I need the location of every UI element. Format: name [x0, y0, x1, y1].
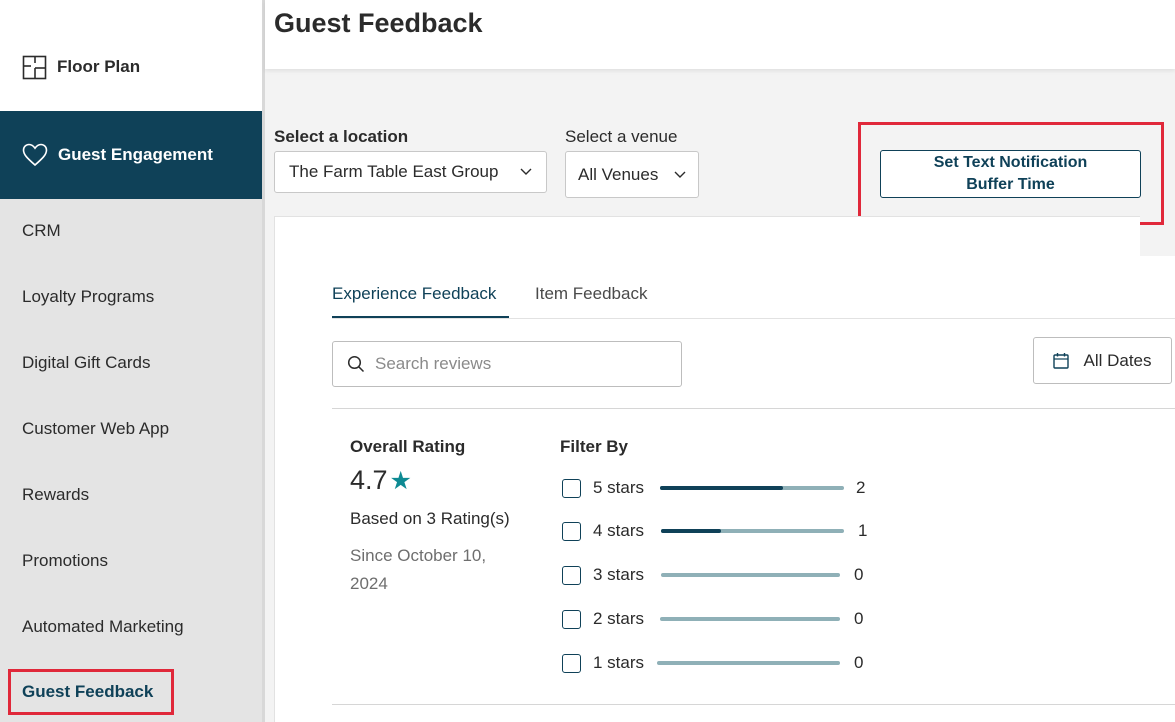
rating-bar-fill — [661, 529, 722, 533]
rating-since: Since October 10, 2024 — [350, 546, 487, 593]
overall-rating-value: 4.7 — [350, 465, 388, 495]
active-tab-indicator — [332, 316, 509, 318]
rating-bar-4-stars — [661, 529, 844, 533]
search-input[interactable] — [375, 354, 655, 374]
page-title: Guest Feedback — [274, 8, 483, 38]
filter-label-5-stars: 5 stars — [593, 478, 645, 497]
location-select[interactable]: The Farm Table East Group — [274, 151, 547, 193]
chevron-down-icon — [520, 168, 532, 175]
filter-checkbox-1-stars[interactable] — [562, 653, 581, 673]
venue-select[interactable]: All Venues — [565, 151, 699, 198]
sidebar-item-customer-web-app[interactable]: Customer Web App — [22, 417, 169, 441]
sidebar-item-floor-plan[interactable]: Floor Plan — [22, 54, 140, 80]
venue-label: Select a venue — [565, 127, 678, 146]
all-dates-label: All Dates — [1083, 350, 1152, 370]
filter-row-3-stars: 3 stars 0 — [562, 564, 872, 586]
sidebar-item-label: Floor Plan — [57, 57, 141, 76]
sidebar-item-digital-gift-cards[interactable]: Digital Gift Cards — [22, 351, 150, 375]
sidebar-item-promotions[interactable]: Promotions — [22, 549, 108, 573]
calendar-icon — [1053, 353, 1070, 369]
filter-checkbox-5-stars[interactable] — [562, 478, 581, 498]
feedback-card-extension — [1140, 256, 1175, 722]
filter-count-3-stars: 0 — [854, 565, 864, 584]
sidebar-item-crm[interactable]: CRM — [22, 219, 61, 243]
search-box[interactable] — [332, 341, 682, 387]
filter-count-4-stars: 1 — [858, 521, 868, 540]
venue-select-value: All Venues — [578, 164, 659, 184]
notification-button-line1: Set Text Notification — [933, 154, 1088, 171]
filter-checkbox-4-stars[interactable] — [562, 521, 581, 541]
rating-count: Based on 3 Rating(s) — [350, 509, 510, 528]
filter-checkbox-3-stars[interactable] — [562, 565, 581, 585]
rating-bar-5-stars — [660, 486, 844, 490]
heart-icon — [22, 143, 48, 167]
sidebar-item-rewards[interactable]: Rewards — [22, 483, 89, 507]
tab-item-feedback[interactable]: Item Feedback — [535, 284, 647, 304]
filter-count-2-stars: 0 — [854, 609, 864, 628]
filter-label-1-stars: 1 stars — [593, 653, 645, 672]
rating-bar-2-stars — [660, 617, 840, 621]
location-label: Select a location — [274, 127, 409, 146]
chevron-down-icon — [674, 171, 686, 178]
filter-label-4-stars: 4 stars — [593, 521, 645, 540]
sidebar-item-label: Guest Feedback — [22, 682, 154, 701]
filter-label-3-stars: 3 stars — [593, 565, 645, 584]
rating-bar-1-stars — [657, 661, 840, 665]
set-text-notification-buffer-button[interactable]: Set Text Notification Buffer Time — [880, 150, 1141, 198]
tab-experience-feedback[interactable]: Experience Feedback — [332, 284, 496, 304]
sidebar-item-automated-marketing[interactable]: Automated Marketing — [22, 615, 184, 639]
filter-label-2-stars: 2 stars — [593, 609, 645, 628]
filter-row-1-stars: 1 stars 0 — [562, 652, 872, 674]
floor-plan-icon — [22, 55, 47, 79]
sidebar-item-guest-feedback[interactable]: Guest Feedback — [8, 669, 174, 715]
filter-count-1-stars: 0 — [854, 653, 864, 672]
tab-divider — [332, 318, 1175, 319]
section-divider-bottom — [332, 704, 1175, 705]
sidebar-item-guest-engagement[interactable]: Guest Engagement — [0, 111, 262, 199]
filter-by-label: Filter By — [560, 437, 629, 456]
star-icon: ★ — [389, 466, 412, 495]
filter-row-5-stars: 5 stars 2 — [562, 477, 872, 499]
overall-rating-label: Overall Rating — [350, 437, 466, 456]
filter-row-2-stars: 2 stars 0 — [562, 608, 872, 630]
filter-count-5-stars: 2 — [856, 478, 866, 497]
search-icon — [347, 355, 365, 373]
overall-rating: 4.7 ★ — [350, 465, 412, 496]
section-divider — [332, 408, 1175, 409]
filter-row-4-stars: 4 stars 1 — [562, 520, 872, 542]
sidebar-item-loyalty-programs[interactable]: Loyalty Programs — [22, 285, 154, 309]
rating-bar-3-stars — [661, 573, 840, 577]
filter-checkbox-2-stars[interactable] — [562, 609, 581, 629]
sidebar-item-label: Guest Engagement — [58, 145, 213, 164]
rating-bar-fill — [660, 486, 784, 490]
all-dates-button[interactable]: All Dates — [1033, 337, 1172, 384]
location-select-value: The Farm Table East Group — [289, 162, 499, 181]
notification-button-line2: Buffer Time — [966, 176, 1055, 193]
